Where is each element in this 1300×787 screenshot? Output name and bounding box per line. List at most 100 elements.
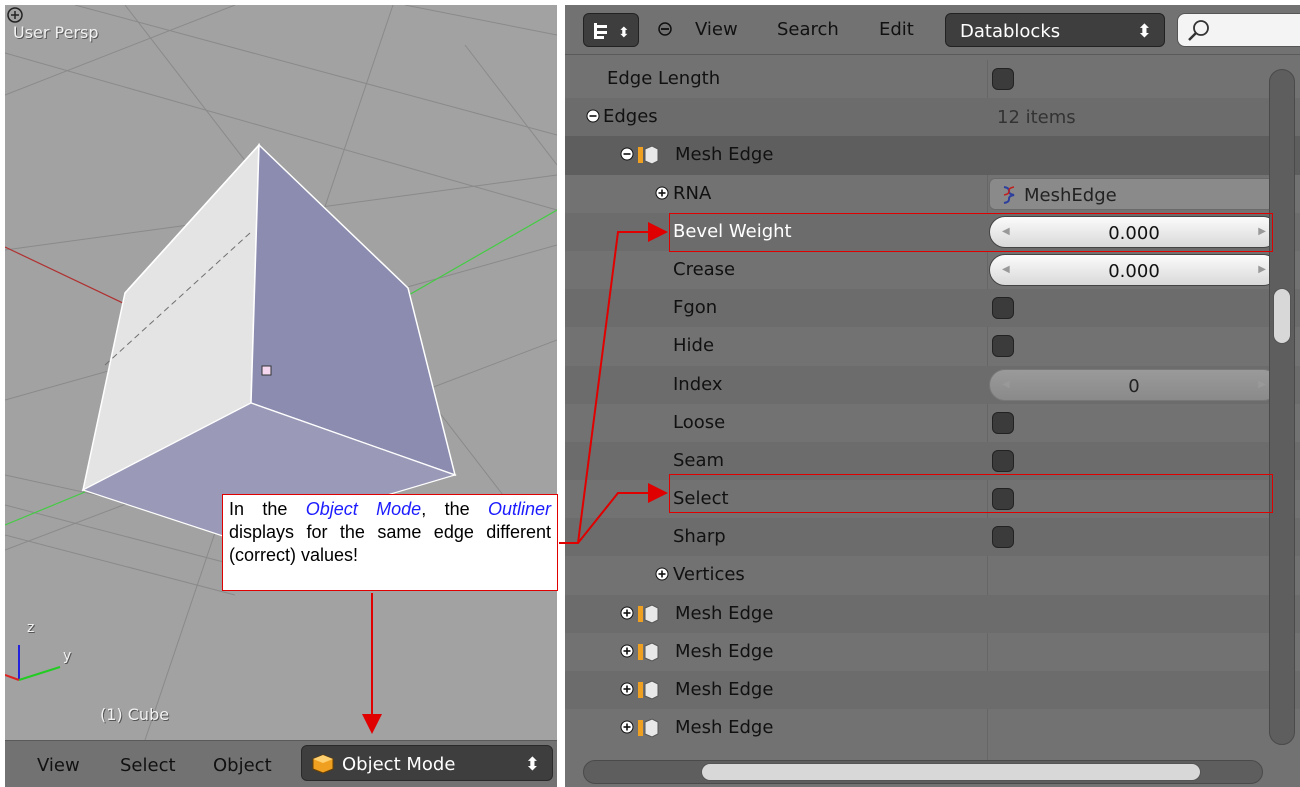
row-label: Mesh Edge xyxy=(675,602,774,624)
mode-dropdown-label: Object Mode xyxy=(342,754,456,775)
outliner-editor: ⬍ View Search Edit Datablocks ⬍ Edge Len… xyxy=(565,5,1300,787)
rna-value: MeshEdge xyxy=(1024,184,1117,206)
outliner-view-menu[interactable]: View xyxy=(695,19,738,40)
row-label: Mesh Edge xyxy=(675,717,774,739)
mesh-edge-icon xyxy=(638,145,659,165)
gizmo-z-label: z xyxy=(27,620,35,636)
viewport-header: View Select Object Object Mode ⬍ xyxy=(5,740,557,787)
tree-row[interactable]: Vertices xyxy=(565,556,1300,594)
fgon-checkbox[interactable] xyxy=(992,297,1014,320)
rna-field[interactable]: MeshEdge xyxy=(989,177,1279,210)
viewport-scene xyxy=(5,5,557,740)
rna-icon xyxy=(1003,185,1015,204)
sharp-checkbox[interactable] xyxy=(992,526,1014,549)
tree-row[interactable]: Crease ◀ 0.000 ▶ xyxy=(565,251,1300,289)
note-emphasis: Outliner xyxy=(487,499,551,519)
mesh-edge-icon xyxy=(638,680,659,700)
row-label: Edge Length xyxy=(607,68,721,89)
mesh-edge-icon xyxy=(638,718,659,738)
row-label: Vertices xyxy=(673,564,745,586)
index-field: ◀ 0 ▶ xyxy=(989,368,1279,401)
tree-row[interactable]: Fgon xyxy=(565,289,1300,328)
expand-icon[interactable] xyxy=(655,567,669,581)
object-menu[interactable]: Object xyxy=(213,755,272,776)
view-menu[interactable]: View xyxy=(37,755,80,776)
row-label: Mesh Edge xyxy=(675,144,774,166)
tree-row[interactable]: Mesh Edge xyxy=(565,633,1300,671)
display-mode-dropdown[interactable]: Datablocks ⬍ xyxy=(945,13,1165,47)
row-label: Crease xyxy=(673,258,736,280)
row-label: Mesh Edge xyxy=(675,679,774,700)
horizontal-scroll-thumb[interactable] xyxy=(701,763,1201,781)
loose-checkbox[interactable] xyxy=(992,411,1014,434)
annotation-callout: In the Object Mode, the Outliner display… xyxy=(222,494,558,591)
vertical-scroll-thumb[interactable] xyxy=(1273,288,1291,344)
crease-value: 0.000 xyxy=(1108,260,1160,282)
row-label: Mesh Edge xyxy=(675,640,774,662)
search-icon xyxy=(1188,20,1209,41)
outliner-search-menu[interactable]: Search xyxy=(777,19,839,40)
seam-checkbox[interactable] xyxy=(992,449,1014,472)
active-object-label: (1) Cube xyxy=(100,705,170,724)
row-label: Seam xyxy=(673,449,725,471)
row-label: RNA xyxy=(673,182,712,204)
search-field[interactable] xyxy=(1177,13,1300,47)
index-value: 0 xyxy=(1128,375,1140,397)
mode-dropdown[interactable]: Object Mode ⬍ xyxy=(301,745,553,781)
hide-checkbox[interactable] xyxy=(992,335,1014,358)
note-text: In the xyxy=(229,499,306,519)
expand-icon[interactable] xyxy=(655,186,669,200)
crease-field[interactable]: ◀ 0.000 ▶ xyxy=(989,253,1279,286)
collapse-header-icon[interactable] xyxy=(657,21,673,37)
outliner-edit-menu[interactable]: Edit xyxy=(879,19,914,40)
note-emphasis: Object Mode xyxy=(305,499,422,519)
vertical-scrollbar[interactable] xyxy=(1269,69,1295,745)
highlight-select xyxy=(669,474,1273,513)
mesh-edge-icon xyxy=(638,642,659,662)
tree-row[interactable]: Loose xyxy=(565,404,1300,442)
note-text: displays for the same edge different (co… xyxy=(229,522,551,565)
tree-row[interactable]: Mesh Edge xyxy=(565,671,1300,710)
mesh-edge-icon xyxy=(638,604,659,624)
expand-icon[interactable] xyxy=(620,644,634,658)
tree-row[interactable]: Hide xyxy=(565,327,1300,365)
svg-text:⬍: ⬍ xyxy=(618,25,630,41)
object-mode-icon xyxy=(312,754,334,774)
display-mode-label: Datablocks xyxy=(960,21,1061,42)
item-count: 12 items xyxy=(997,107,1076,129)
row-label: Edges xyxy=(603,106,658,128)
tree-row[interactable]: Mesh Edge xyxy=(565,594,1300,633)
collapse-icon[interactable] xyxy=(586,109,600,123)
tree-row[interactable]: Edge Length xyxy=(565,60,1300,98)
outliner-tree: Edge Length Edges 12 items Mesh Edge RNA… xyxy=(565,60,1300,747)
expand-icon[interactable] xyxy=(620,682,634,696)
expand-icon[interactable] xyxy=(620,720,634,734)
tree-row[interactable]: Mesh Edge xyxy=(565,709,1300,747)
row-label: Hide xyxy=(673,335,715,357)
increment-arrow-icon: ▶ xyxy=(1258,378,1266,390)
increment-arrow-icon[interactable]: ▶ xyxy=(1258,264,1266,275)
3d-viewport[interactable]: User Persp z y (1) Cube xyxy=(5,5,557,740)
edge-length-checkbox[interactable] xyxy=(992,68,1014,90)
tree-row[interactable]: Sharp xyxy=(565,518,1300,557)
tree-row[interactable]: Index ◀ 0 ▶ xyxy=(565,365,1300,404)
tree-row[interactable]: Mesh Edge xyxy=(565,136,1300,175)
viewport-properties-icon[interactable] xyxy=(5,5,25,25)
row-label: Loose xyxy=(673,411,726,433)
select-menu[interactable]: Select xyxy=(120,755,176,776)
highlight-bevel-weight xyxy=(669,213,1273,252)
tree-row[interactable]: Edges 12 items xyxy=(565,98,1300,137)
row-label: Sharp xyxy=(673,526,726,548)
horizontal-scrollbar[interactable] xyxy=(583,760,1263,784)
note-text: , the xyxy=(421,499,488,519)
collapse-icon[interactable] xyxy=(620,147,634,161)
outliner-header: ⬍ View Search Edit Datablocks ⬍ xyxy=(565,5,1300,55)
row-label: Fgon xyxy=(673,297,718,319)
viewport-title: User Persp xyxy=(13,23,99,42)
outliner-editor-icon: ⬍ xyxy=(594,23,630,41)
tree-row[interactable]: RNA MeshEdge xyxy=(565,175,1300,213)
row-label: Index xyxy=(673,373,723,395)
updown-arrows-icon: ⬍ xyxy=(1136,21,1152,42)
editor-type-button[interactable]: ⬍ xyxy=(583,13,639,47)
expand-icon[interactable] xyxy=(620,606,634,620)
